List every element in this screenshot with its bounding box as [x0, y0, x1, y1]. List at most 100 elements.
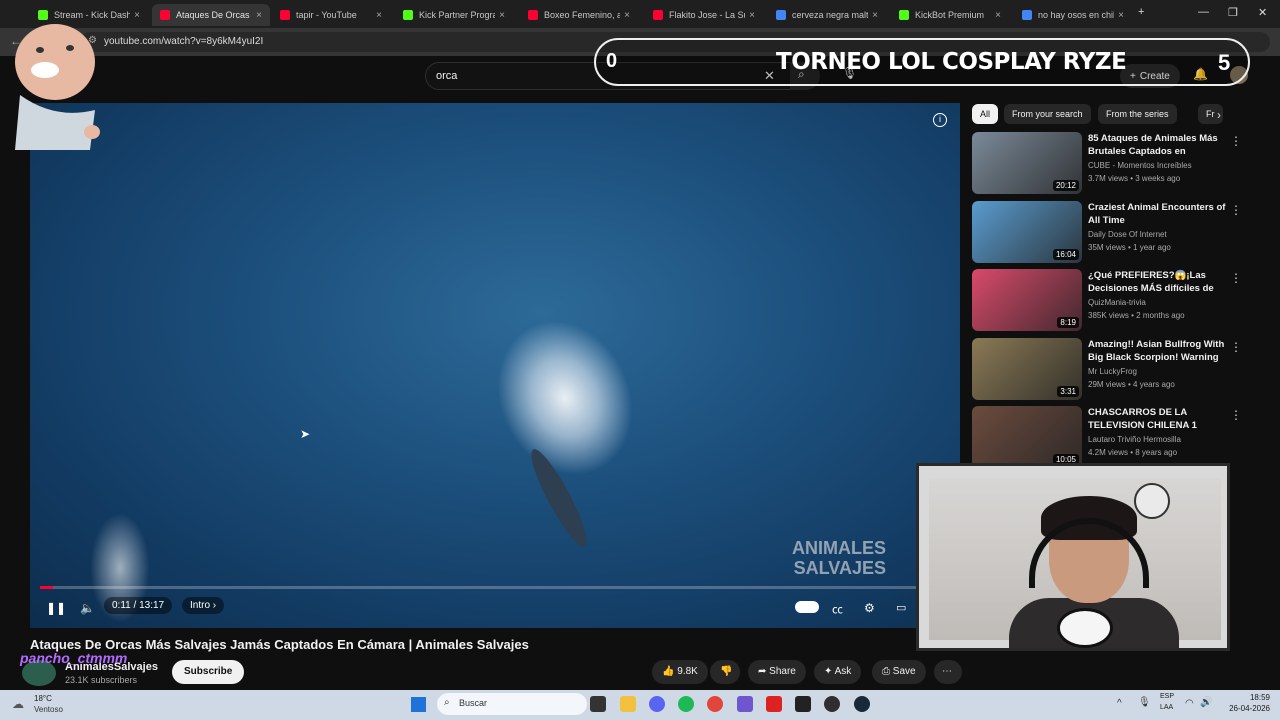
more-actions-button[interactable]: ⋯ [934, 660, 962, 684]
chapter-button[interactable]: Intro › [182, 597, 225, 614]
more-options-icon[interactable]: ⋮ [1230, 408, 1242, 422]
app-icon-1[interactable] [737, 696, 753, 712]
obs-icon[interactable] [824, 696, 840, 712]
browser-tab[interactable]: KickBot Premium × [891, 4, 1009, 26]
input-layout[interactable]: LAA [1160, 704, 1173, 711]
recommended-title[interactable]: ¿Qué PREFIERES?😱¡Las Decisiones MÁS difí… [1088, 269, 1228, 295]
file-explorer-icon[interactable] [620, 696, 636, 712]
close-tab-icon[interactable]: × [749, 10, 755, 21]
recommended-channel[interactable]: CUBE - Momentos Increíbles [1088, 161, 1192, 170]
app-icon-2[interactable] [766, 696, 782, 712]
start-icon[interactable] [411, 697, 426, 712]
browser-tab[interactable]: cerveza negra malta × [768, 4, 886, 26]
subscribe-button[interactable]: Subscribe [172, 660, 245, 684]
browser-tab[interactable]: Flakito Jose - La Sust × [645, 4, 763, 26]
recommended-meta: 35M views • 1 year ago [1088, 242, 1171, 252]
dislike-button[interactable]: 👎 [710, 660, 740, 684]
video-duration: 8:19 [1057, 317, 1079, 328]
chevron-right-icon[interactable]: › [1217, 108, 1221, 122]
close-tab-icon[interactable]: × [256, 10, 262, 21]
filter-chip[interactable]: All [972, 104, 999, 124]
filter-chip[interactable]: From your search [1004, 104, 1091, 124]
more-options-icon[interactable]: ⋮ [1230, 340, 1242, 354]
steam-icon[interactable] [854, 696, 870, 712]
video-thumbnail[interactable]: 16:04 [972, 200, 1082, 263]
pause-icon[interactable]: ❚❚ [46, 601, 66, 615]
clock-date[interactable]: 26-04-2026 [1224, 704, 1270, 713]
recommended-title[interactable]: 85 Ataques de Animales Más Brutales Capt… [1088, 132, 1228, 158]
browser-tab[interactable]: Kick Partner Program× [395, 4, 513, 26]
browser-tab[interactable]: tapir - YouTube × [272, 4, 390, 26]
minimize-icon[interactable]: — [1198, 6, 1209, 18]
close-tab-icon[interactable]: × [624, 10, 630, 21]
discord-icon[interactable] [649, 696, 665, 712]
baby-sticker-overlay [15, 24, 100, 150]
video-player[interactable]: ANIMALES SALVAJES i ➤ ❚❚ 🔈 0:11 / 13:17 … [30, 103, 960, 628]
recommended-title[interactable]: Amazing!! Asian Bullfrog With Big Black … [1088, 338, 1228, 364]
recommended-video[interactable]: 10:05 CHASCARROS DE LA TELEVISION CHILENA… [972, 406, 1242, 470]
recommended-video[interactable]: 20:12 85 Ataques de Animales Más Brutales… [972, 132, 1242, 196]
tab-favicon-icon [653, 10, 663, 20]
more-options-icon[interactable]: ⋮ [1230, 203, 1242, 217]
close-tab-icon[interactable]: × [499, 10, 505, 21]
recommended-channel[interactable]: Lautaro Triviño Hermosilla [1088, 435, 1181, 444]
recommended-channel[interactable]: Daily Dose Of Internet [1088, 230, 1167, 239]
wifi-icon[interactable]: ◠ [1185, 698, 1194, 709]
tab-title: Boxeo Femenino, a P [544, 10, 621, 20]
progress-bar[interactable] [40, 586, 950, 589]
video-thumbnail[interactable]: 3:31 [972, 337, 1082, 400]
recommended-channel[interactable]: Mr LuckyFrog [1088, 367, 1137, 376]
filter-chip[interactable]: From the series [1098, 104, 1177, 124]
browser-tab[interactable]: no hay osos en chile × [1014, 4, 1132, 26]
volume-icon[interactable]: 🔈 [80, 601, 95, 615]
like-button[interactable]: 👍 9.8K [652, 660, 708, 684]
share-button[interactable]: ➦ Share [748, 660, 806, 684]
more-options-icon[interactable]: ⋮ [1230, 134, 1242, 148]
close-tab-icon[interactable]: × [872, 10, 878, 21]
close-window-icon[interactable]: ✕ [1258, 6, 1267, 19]
speaker-icon[interactable]: 🔊 [1200, 697, 1212, 708]
spotify-icon[interactable] [678, 696, 694, 712]
close-tab-icon[interactable]: × [1118, 10, 1124, 21]
recommended-title[interactable]: Craziest Animal Encounters of All Time [1088, 201, 1228, 227]
video-thumbnail[interactable]: 10:05 [972, 406, 1082, 468]
captions-icon[interactable]: ㏄ [832, 601, 843, 617]
weather-icon[interactable]: ☁ [12, 697, 24, 711]
info-icon[interactable]: i [933, 113, 947, 127]
task-view-icon[interactable] [590, 696, 606, 712]
browser-tab[interactable]: Ataques De Orcas × [152, 4, 270, 26]
video-thumbnail[interactable]: 20:12 [972, 132, 1082, 194]
recommended-video[interactable]: 16:04 Craziest Animal Encounters of All T… [972, 200, 1242, 265]
close-tab-icon[interactable]: × [376, 10, 382, 21]
close-tab-icon[interactable]: × [995, 10, 1001, 21]
autoplay-toggle[interactable] [795, 601, 819, 613]
settings-icon[interactable]: ⚙ [864, 601, 875, 615]
maximize-icon[interactable]: ❐ [1228, 6, 1238, 19]
webcam-feed [929, 478, 1221, 648]
microphone-sticker [1057, 608, 1113, 648]
taskbar-search[interactable]: ⌕ Buscar [437, 693, 587, 715]
video-thumbnail[interactable]: 8:19 [972, 269, 1082, 331]
input-language[interactable]: ESP [1160, 693, 1174, 700]
recommended-title[interactable]: CHASCARROS DE LA TELEVISION CHILENA 1 [1088, 406, 1228, 432]
recommended-channel[interactable]: QuizMania-trivia [1088, 298, 1146, 307]
chrome-icon[interactable] [707, 696, 723, 712]
chat-username-overlay: pancho_ctmmm [20, 650, 128, 666]
close-tab-icon[interactable]: × [134, 10, 140, 21]
recommended-meta: 4.2M views • 8 years ago [1088, 448, 1178, 457]
recommended-video[interactable]: 3:31 Amazing!! Asian Bullfrog With Big Bl… [972, 337, 1242, 402]
more-options-icon[interactable]: ⋮ [1230, 271, 1242, 285]
tray-mic-icon[interactable]: 🎙 [1138, 697, 1151, 708]
water-splash [472, 298, 658, 498]
mascot-sticker [1134, 483, 1170, 519]
new-tab-icon[interactable]: + [1138, 6, 1144, 18]
tray-chevron-icon[interactable]: ^ [1117, 698, 1122, 709]
clock-time[interactable]: 18:59 [1224, 693, 1270, 702]
browser-tab[interactable]: Boxeo Femenino, a P× [520, 4, 638, 26]
save-button[interactable]: ⎙ Save [872, 660, 926, 684]
ask-button[interactable]: ✦ Ask [814, 660, 862, 684]
miniplayer-icon[interactable]: ▭ [896, 601, 906, 614]
recommended-video[interactable]: 8:19 ¿Qué PREFIERES?😱¡Las Decisiones MÁS … [972, 269, 1242, 333]
ask-label: Ask [834, 666, 852, 677]
app-icon-3[interactable] [795, 696, 811, 712]
